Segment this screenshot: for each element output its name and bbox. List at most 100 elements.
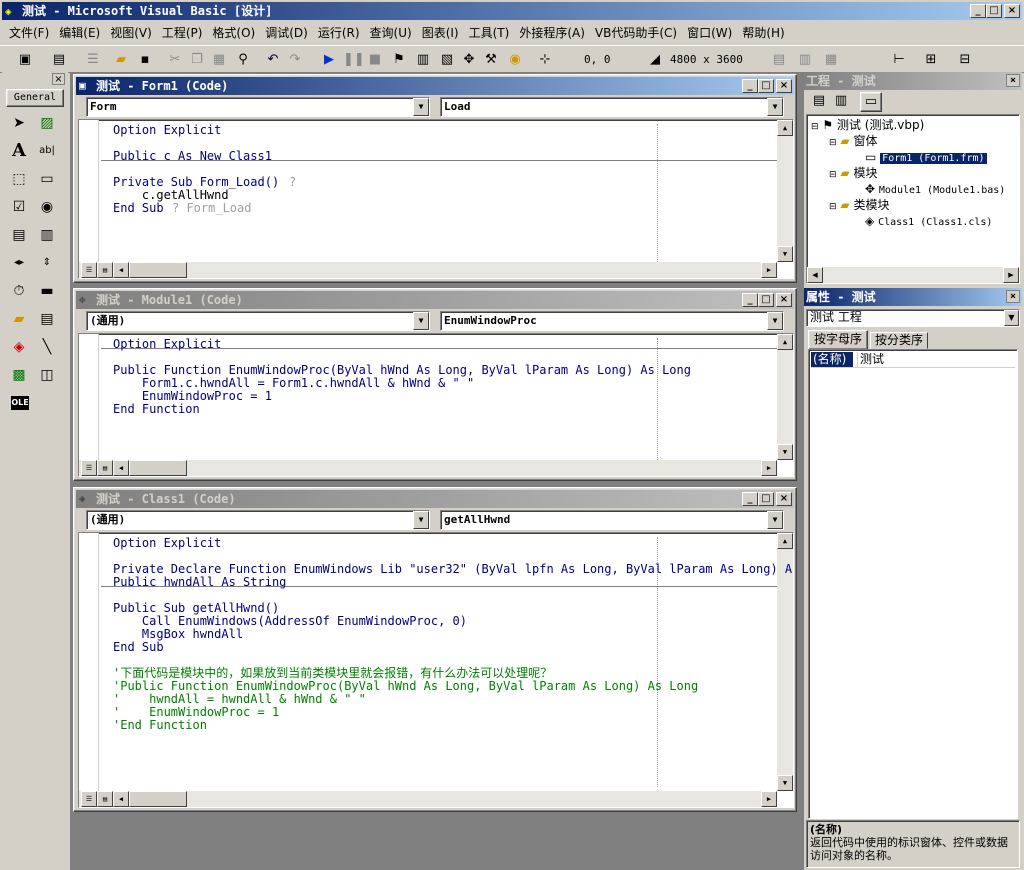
project-explorer-icon[interactable]: ⚑ <box>390 51 408 69</box>
commandbutton-tool[interactable]: ▭ <box>36 168 58 190</box>
margin-indicator-bar[interactable] <box>79 120 99 278</box>
ole-tool[interactable]: OLE <box>11 396 29 410</box>
label-tool[interactable]: A <box>8 140 30 162</box>
align-left-icon[interactable]: ⊢ <box>890 51 908 69</box>
menu-item-12[interactable]: 窗口(W) <box>682 23 737 43</box>
chevron-down-icon[interactable]: ▼ <box>413 511 429 529</box>
add-form-icon[interactable]: ▤ <box>50 51 68 69</box>
cut-icon[interactable]: ✂ <box>166 51 184 69</box>
menu-item-10[interactable]: 外接程序(A) <box>514 23 590 43</box>
menu-item-8[interactable]: 图表(I) <box>417 23 464 43</box>
code-line[interactable]: Public hwndAll As String <box>113 576 286 589</box>
filelistbox-tool[interactable]: ▤ <box>36 308 58 330</box>
code-line[interactable]: Public c As New Class1 <box>113 150 272 163</box>
tree-forms-folder[interactable]: ⊟ ▰ 窗体 <box>829 133 877 149</box>
paste-icon[interactable]: ▦ <box>210 51 228 69</box>
toolbox-icon[interactable]: ⚒ <box>482 51 500 69</box>
scroll-right-icon[interactable]: ▶ <box>761 791 777 807</box>
timer-tool[interactable]: ⏱ <box>8 280 30 302</box>
margin-indicator-bar[interactable] <box>79 334 99 476</box>
form1-code-editor[interactable]: ▲ ▼ ☰ ▤ ◀ ▶ Option Explicit Public c As N… <box>78 119 794 279</box>
class1-maximize-button[interactable]: □ <box>758 492 774 506</box>
open-project-icon[interactable]: ▰ <box>112 51 130 69</box>
class1-hscroll[interactable]: ☰ ▤ ◀ ▶ <box>79 791 777 807</box>
full-module-view-icon[interactable]: ▤ <box>97 460 113 476</box>
property-row-name[interactable]: (名称) 测试 <box>811 352 1015 368</box>
tab-alphabetic[interactable]: 按字母序 <box>808 330 868 349</box>
full-module-view-icon[interactable]: ▤ <box>97 262 113 278</box>
form1-proc-combo[interactable]: Load ▼ <box>440 97 784 117</box>
start-icon[interactable]: ▶ <box>320 51 338 69</box>
project-close-button[interactable]: × <box>1006 74 1020 87</box>
image-tool[interactable]: ▩ <box>8 364 30 386</box>
chevron-down-icon[interactable]: ▼ <box>413 312 429 330</box>
class1-proc-combo[interactable]: getAllHwnd ▼ <box>440 510 784 530</box>
checkbox-tool[interactable]: ☑ <box>8 196 30 218</box>
find-icon[interactable]: ⚲ <box>234 51 252 69</box>
scroll-thumb[interactable] <box>129 262 187 278</box>
make-same-size-icon[interactable]: ⊟ <box>956 51 974 69</box>
vscrollbar-tool[interactable]: ⇕ <box>36 252 58 274</box>
class1-object-combo[interactable]: (通用) ▼ <box>86 510 430 530</box>
collapse-icon[interactable]: ⊟ <box>811 122 819 132</box>
align-icon[interactable]: ▤ <box>770 51 788 69</box>
hscrollbar-tool[interactable]: ◂▸ <box>8 252 30 274</box>
menu-item-11[interactable]: VB代码助手(C) <box>590 23 682 43</box>
combobox-tool[interactable]: ▤ <box>8 224 30 246</box>
menu-editor-icon[interactable]: ☰ <box>84 51 102 69</box>
order-icon[interactable]: ▦ <box>822 51 840 69</box>
form-layout-icon[interactable]: ▧ <box>438 51 456 69</box>
menu-item-7[interactable]: 查询(U) <box>365 23 417 43</box>
module1-vscroll[interactable]: ▲ ▼ <box>777 334 793 460</box>
class1-minimize-button[interactable]: _ <box>742 492 758 506</box>
collapse-icon[interactable]: ⊟ <box>829 138 837 148</box>
shape-tool[interactable]: ◈ <box>8 336 30 358</box>
form1-minimize-button[interactable]: _ <box>742 79 758 93</box>
code-line[interactable]: End Sub <box>113 202 164 215</box>
chevron-down-icon[interactable]: ▼ <box>767 98 783 116</box>
break-icon[interactable]: ❚❚ <box>343 51 365 69</box>
pointer-tool[interactable]: ➤ <box>8 112 30 134</box>
module1-title-bar[interactable]: ✥ 测试 - Module1 (Code) _ □ × <box>76 291 794 309</box>
class1-close-button[interactable]: × <box>776 492 792 506</box>
scroll-down-icon[interactable]: ▼ <box>777 775 793 791</box>
menu-item-9[interactable]: 工具(T) <box>464 23 515 43</box>
code-line[interactable]: End Function <box>113 403 200 416</box>
scroll-right-icon[interactable]: ▶ <box>1003 267 1019 283</box>
minimize-button[interactable]: _ <box>970 4 986 18</box>
scroll-left-icon[interactable]: ◀ <box>113 791 129 807</box>
properties-object-combo[interactable]: 测试 工程 ▼ <box>806 309 1020 327</box>
toolbox-close-button[interactable]: × <box>52 73 65 85</box>
menu-item-3[interactable]: 工程(P) <box>157 23 208 43</box>
scroll-left-icon[interactable]: ◀ <box>113 262 129 278</box>
menu-item-2[interactable]: 视图(V) <box>105 23 157 43</box>
scroll-up-icon[interactable]: ▲ <box>777 533 793 549</box>
module1-hscroll[interactable]: ☰ ▤ ◀ ▶ <box>79 460 777 476</box>
procedure-view-icon[interactable]: ☰ <box>81 460 97 476</box>
code-line[interactable]: Option Explicit <box>113 338 221 351</box>
tree-module1[interactable]: ✥ Module1 (Module1.bas) <box>865 181 1005 197</box>
full-module-view-icon[interactable]: ▤ <box>97 791 113 807</box>
undo-icon[interactable]: ↶ <box>264 51 282 69</box>
properties-title-bar[interactable]: 属性 - 测试 × <box>804 288 1022 306</box>
class1-title-bar[interactable]: ◈ 测试 - Class1 (Code) _ □ × <box>76 490 794 508</box>
copy-icon[interactable]: ❐ <box>188 51 206 69</box>
chevron-down-icon[interactable]: ▼ <box>1004 310 1019 326</box>
menu-item-4[interactable]: 格式(O) <box>207 23 260 43</box>
tree-form1[interactable]: ▭ Form1 (Form1.frm) <box>865 149 987 165</box>
textbox-tool[interactable]: ab| <box>36 140 58 162</box>
collapse-icon[interactable]: ⊟ <box>829 170 837 180</box>
project-title-bar[interactable]: 工程 - 测试 × <box>804 72 1022 90</box>
chevron-down-icon[interactable]: ▼ <box>767 312 783 330</box>
module1-proc-combo[interactable]: EnumWindowProc ▼ <box>440 311 784 331</box>
module1-maximize-button[interactable]: □ <box>758 293 774 307</box>
tree-classes-folder[interactable]: ⊟ ▰ 类模块 <box>829 197 889 213</box>
procedure-view-icon[interactable]: ☰ <box>81 262 97 278</box>
dirlistbox-tool[interactable]: ▰ <box>8 308 30 330</box>
code-line[interactable]: Option Explicit <box>113 537 221 550</box>
app-title-bar[interactable]: ◈ 测试 - Microsoft Visual Basic [设计] _ □ × <box>2 2 1022 20</box>
class1-code-editor[interactable]: ▲ ▼ ☰ ▤ ◀ ▶ Option Explicit Private Decla… <box>78 532 794 808</box>
drivelistbox-tool[interactable]: ▬ <box>36 280 58 302</box>
close-button[interactable]: × <box>1004 4 1020 18</box>
module1-code-editor[interactable]: ▲ ▼ ☰ ▤ ◀ ▶ Option Explicit Public Functi… <box>78 333 794 477</box>
